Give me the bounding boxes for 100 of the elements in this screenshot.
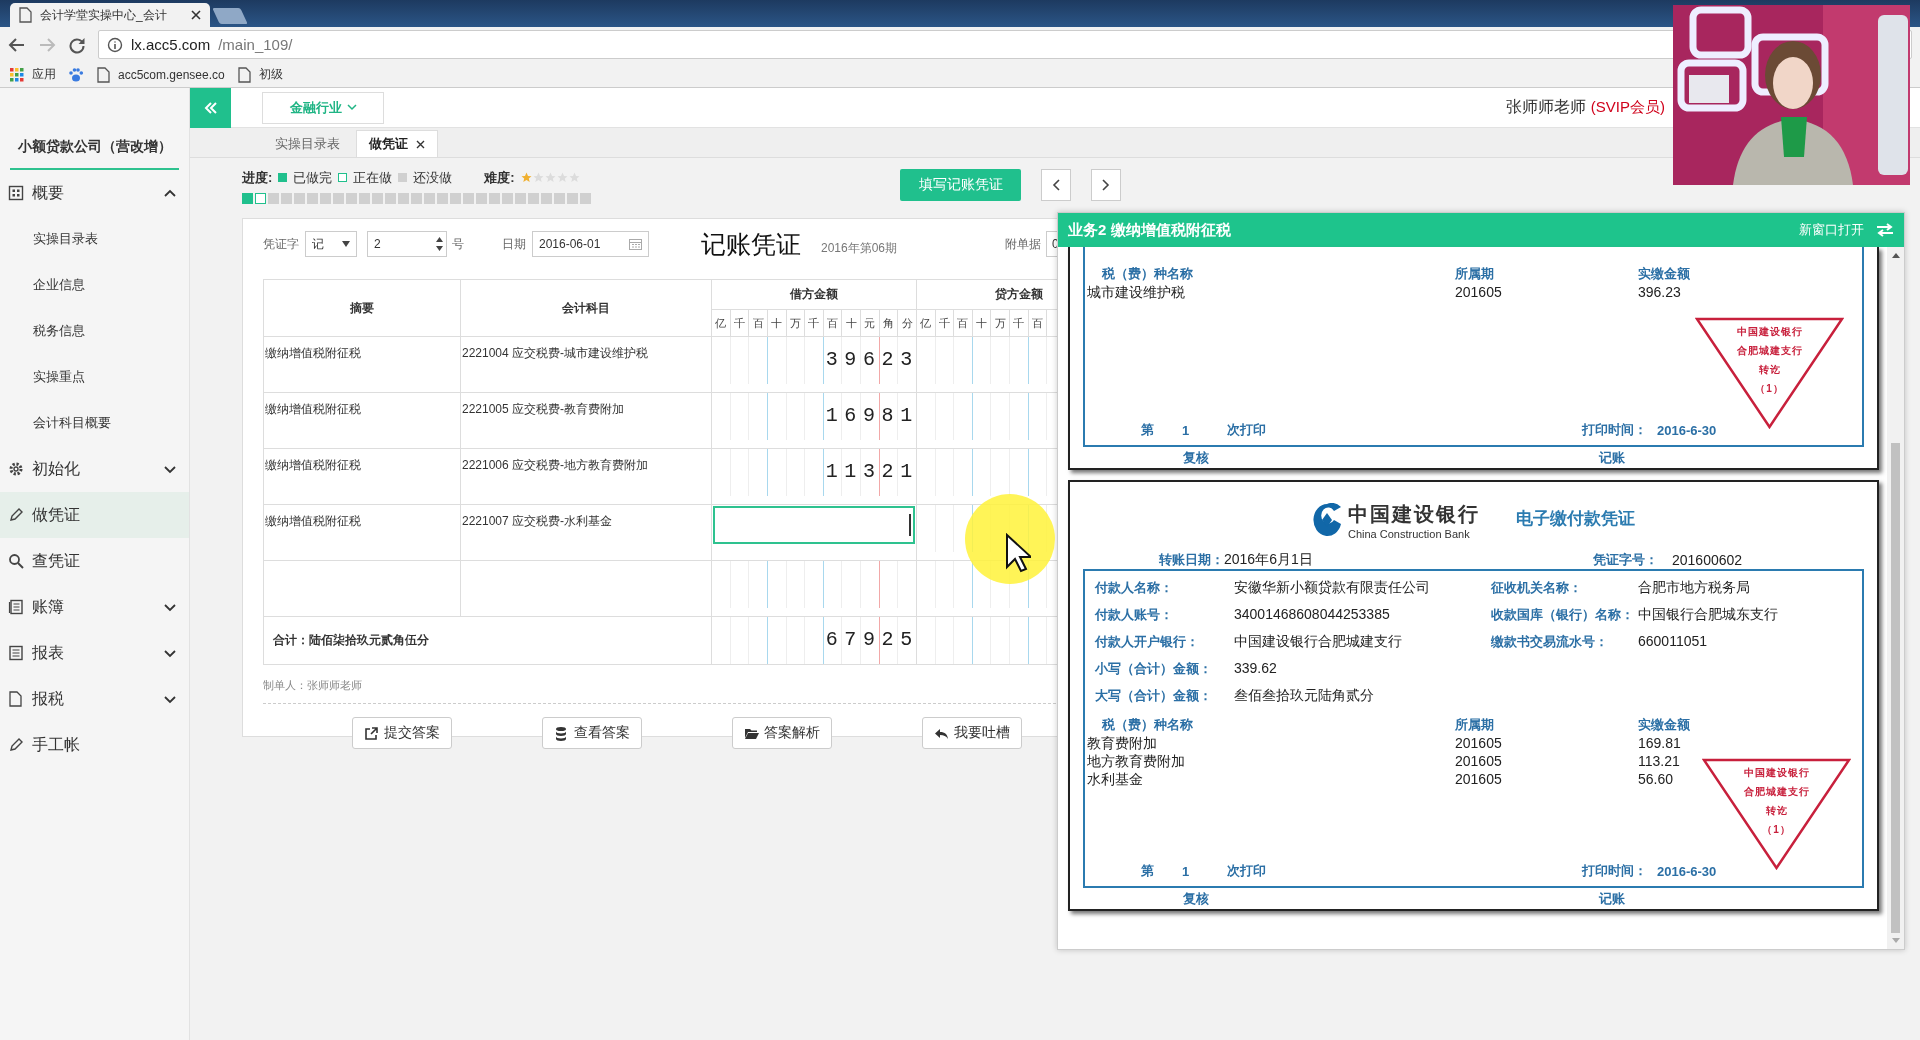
sidebar-subitem[interactable]: 会计科目概要 (0, 400, 189, 446)
scrollbar[interactable] (1887, 247, 1904, 949)
amount-input[interactable] (713, 506, 915, 544)
task-square[interactable] (554, 192, 565, 204)
sidebar-item[interactable]: 概要 (0, 170, 189, 216)
task-square[interactable] (528, 192, 539, 204)
page-icon (236, 66, 251, 83)
task-square[interactable] (359, 192, 370, 204)
task-square[interactable] (385, 192, 396, 204)
receipt-label: 次打印 (1227, 862, 1267, 880)
sidebar-subitem[interactable]: 实操重点 (0, 354, 189, 400)
paw-icon[interactable] (68, 66, 84, 83)
collapse-button[interactable] (190, 87, 231, 128)
task-square[interactable] (307, 192, 318, 204)
sidebar-item[interactable]: 初始化 (0, 446, 189, 492)
task-square[interactable] (580, 192, 591, 204)
sidebar-item[interactable]: 手工帐 (0, 722, 189, 768)
answer-button[interactable]: 我要吐槽 (922, 717, 1022, 749)
tab[interactable]: 实操目录表 (262, 130, 353, 157)
sidebar-subitem[interactable]: 税务信息 (0, 308, 189, 354)
sidebar-item[interactable]: 账簿 (0, 584, 189, 630)
task-square[interactable] (398, 192, 409, 204)
next-button[interactable] (1091, 169, 1121, 201)
forward-icon[interactable] (38, 35, 56, 54)
browser-tab[interactable]: 会计学堂实操中心_会计 (10, 3, 210, 27)
receipt-label: 缴款书交易流水号： (1491, 633, 1609, 651)
unit-header: 百 (748, 309, 768, 337)
back-icon[interactable] (8, 35, 26, 54)
list-icon (8, 599, 24, 615)
number-suffix: 号 (452, 235, 464, 253)
task-square[interactable] (255, 192, 266, 204)
tab[interactable]: 做凭证 (356, 130, 438, 157)
close-icon[interactable] (190, 9, 202, 21)
scrollbar-thumb[interactable] (1891, 443, 1900, 933)
unit-header: 亿 (916, 309, 935, 337)
receipt-title: 电子缴付款凭证 (1516, 507, 1635, 530)
new-tab-button[interactable] (212, 8, 248, 24)
table-cell: 2221004 应交税费-城市建设维护税 (460, 336, 712, 393)
column-header: 借方金额 (711, 279, 917, 310)
bookmark-link[interactable]: 初级 (236, 66, 283, 83)
receipt-value: 56.60 (1638, 770, 1675, 788)
answer-button[interactable]: 提交答案 (352, 717, 452, 749)
task-square[interactable] (268, 192, 279, 204)
calendar-icon (629, 238, 642, 250)
page-icon (18, 7, 32, 23)
voucher-type-select[interactable]: 记 (305, 231, 357, 257)
reload-icon[interactable] (68, 35, 86, 54)
receipt-value: 201605 (1455, 770, 1503, 788)
sidebar-item[interactable]: 做凭证 (0, 492, 189, 538)
task-square[interactable] (450, 192, 461, 204)
unit-header: 十 (841, 309, 861, 337)
signature-label: 复核 (1183, 448, 1209, 467)
voucher-type-label: 凭证字 (263, 235, 299, 253)
search-icon (8, 553, 24, 569)
task-square[interactable] (476, 192, 487, 204)
double-chevron-left-icon (203, 101, 218, 114)
sidebar-subitem[interactable]: 实操目录表 (0, 216, 189, 262)
task-square[interactable] (567, 192, 578, 204)
task-square[interactable] (463, 192, 474, 204)
voucher-number-field[interactable]: 2 (367, 231, 447, 257)
task-square[interactable] (281, 192, 292, 204)
task-square[interactable] (372, 192, 383, 204)
receipt-label: 次打印 (1227, 421, 1267, 439)
task-square[interactable] (294, 192, 305, 204)
date-field[interactable]: 2016-06-01 (532, 231, 649, 257)
answer-button[interactable]: 答案解析 (732, 717, 832, 749)
sidebar-subitem[interactable]: 企业信息 (0, 262, 189, 308)
swap-arrows-icon[interactable] (1876, 223, 1894, 237)
task-square[interactable] (242, 192, 253, 204)
answer-button[interactable]: 查看答案 (542, 717, 642, 749)
panel-title: 业务2 缴纳增值税附征税 (1068, 220, 1232, 240)
task-square[interactable] (541, 192, 552, 204)
preparer-text: 制单人：张师师老师 (263, 678, 363, 693)
dropdown-arrow-icon (342, 241, 350, 247)
previous-button[interactable] (1041, 169, 1071, 201)
sidebar-item[interactable]: 查凭证 (0, 538, 189, 584)
task-square[interactable] (346, 192, 357, 204)
sidebar-item[interactable]: 报税 (0, 676, 189, 722)
voucher-period: 2016年第06期 (821, 239, 898, 257)
receipt-value: 113.21 (1638, 752, 1681, 770)
spinner-arrows-icon (435, 235, 444, 253)
task-square[interactable] (411, 192, 422, 204)
receipt-value: 1 (1182, 422, 1190, 438)
sidebar-item[interactable]: 报表 (0, 630, 189, 676)
task-square[interactable] (502, 192, 513, 204)
bookmark-link[interactable]: 应用 (10, 66, 56, 83)
task-square[interactable] (437, 192, 448, 204)
bookmark-link[interactable]: acc5com.gensee.co (96, 66, 225, 83)
task-square[interactable] (320, 192, 331, 204)
receipt-label: 凭证字号： (1593, 550, 1658, 569)
stamp-text: （1） (1762, 823, 1791, 837)
task-square[interactable] (333, 192, 344, 204)
task-square[interactable] (424, 192, 435, 204)
stamp-text: 转讫 (1765, 804, 1788, 818)
task-square[interactable] (515, 192, 526, 204)
task-square[interactable] (489, 192, 500, 204)
receipt-value: 34001468608044253385 (1234, 605, 1391, 624)
receipt-value: 地方教育费附加 (1087, 752, 1186, 770)
close-icon[interactable] (416, 139, 425, 149)
receipt-label: 所属期 (1455, 265, 1495, 283)
